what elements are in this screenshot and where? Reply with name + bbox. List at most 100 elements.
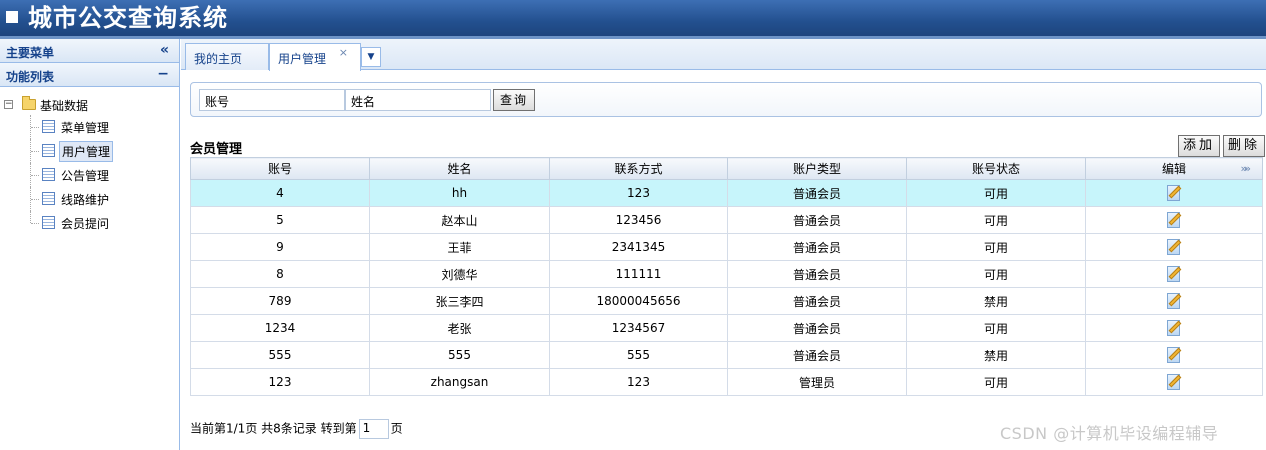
table-row[interactable]: 4 hh 123 普通会员 可用 (190, 179, 1263, 207)
cell-edit (1085, 368, 1263, 396)
cell-account-type: 普通会员 (727, 314, 907, 342)
member-table: 账号 姓名 联系方式 账户类型 账号状态 编辑 »» 4 hh 123 普通会员 可用 5… (190, 157, 1263, 396)
cell-contact: 111111 (549, 260, 728, 288)
pagination: 当前第1/1页 共8条记录 转到第 1 页 (190, 419, 403, 439)
cell-contact: 123 (549, 368, 728, 396)
tab-label: 用户管理 (278, 52, 327, 66)
sidebar-item-label: 菜单管理 (61, 121, 110, 135)
cell-account-status: 禁用 (906, 287, 1086, 315)
cell-edit (1085, 179, 1263, 207)
edit-icon[interactable] (1166, 238, 1182, 256)
grid-title: 会员管理 (190, 142, 243, 157)
column-header-edit-label: 编辑 (1161, 162, 1186, 176)
cell-account: 9 (190, 233, 370, 261)
cell-contact: 18000045656 (549, 287, 728, 315)
cell-account: 555 (190, 341, 370, 369)
cell-edit (1085, 260, 1263, 288)
collapse-sidebar-icon[interactable]: « (160, 42, 169, 58)
cell-name: 刘德华 (369, 260, 550, 288)
cell-account: 4 (190, 179, 370, 207)
cell-account-status: 可用 (906, 260, 1086, 288)
minimize-panel-icon[interactable]: − (157, 66, 169, 82)
table-row[interactable]: 789 张三李四 18000045656 普通会员 禁用 (190, 287, 1263, 315)
pagination-info: 当前第1/1页 共8条记录 转到第 (190, 421, 357, 436)
cell-contact: 2341345 (549, 233, 728, 261)
delete-button[interactable]: 删除 (1223, 135, 1265, 157)
close-icon[interactable]: × (339, 46, 348, 59)
cell-account-status: 可用 (906, 314, 1086, 342)
table-row[interactable]: 8 刘德华 111111 普通会员 可用 (190, 260, 1263, 288)
cell-edit (1085, 341, 1263, 369)
column-header-contact[interactable]: 联系方式 (549, 157, 728, 180)
cell-account-type: 管理员 (727, 368, 907, 396)
edit-icon[interactable] (1166, 373, 1182, 391)
tree-collapse-toggle-icon[interactable]: − (4, 100, 13, 109)
query-button[interactable]: 查询 (493, 89, 535, 111)
edit-icon[interactable] (1166, 211, 1182, 229)
app-header: 城市公交查询系统 (0, 0, 1266, 36)
cell-account-status: 禁用 (906, 341, 1086, 369)
sidebar-item-route-maintenance[interactable]: 线路维护 (0, 187, 179, 211)
sidebar-item-label: 线路维护 (61, 193, 110, 207)
name-search-input[interactable]: 姓名 (345, 89, 491, 111)
main-menu-label: 主要菜单 (6, 46, 55, 60)
cell-account: 8 (190, 260, 370, 288)
cell-contact: 555 (549, 341, 728, 369)
cell-account-type: 普通会员 (727, 260, 907, 288)
column-header-name[interactable]: 姓名 (369, 157, 550, 180)
edit-icon[interactable] (1166, 184, 1182, 202)
cell-account-type: 普通会员 (727, 341, 907, 369)
sidebar-item-menu-management[interactable]: 菜单管理 (0, 115, 179, 139)
column-header-account-type[interactable]: 账户类型 (727, 157, 907, 180)
cell-edit (1085, 287, 1263, 315)
column-header-account[interactable]: 账号 (190, 157, 370, 180)
column-header-account-status[interactable]: 账号状态 (906, 157, 1086, 180)
page-icon (42, 216, 55, 229)
account-search-input[interactable]: 账号 (199, 89, 345, 111)
sidebar-item-announcement-management[interactable]: 公告管理 (0, 163, 179, 187)
function-list-label: 功能列表 (6, 70, 55, 84)
page-icon (42, 144, 55, 157)
tab-menu-dropdown-icon[interactable]: ▼ (361, 47, 381, 67)
table-row[interactable]: 1234 老张 1234567 普通会员 可用 (190, 314, 1263, 342)
edit-icon[interactable] (1166, 265, 1182, 283)
sidebar-item-member-questions[interactable]: 会员提问 (0, 211, 179, 235)
sidebar-item-label: 公告管理 (61, 169, 110, 183)
expand-columns-icon[interactable]: »» (1241, 162, 1252, 175)
sidebar-item-label: 用户管理 (59, 141, 114, 162)
function-tree: − 基础数据 菜单管理 用户管理 公告管理 线路维护 会员提问 (0, 87, 179, 235)
tab-user-management[interactable]: 用户管理 × (269, 43, 361, 71)
table-row[interactable]: 555 555 555 普通会员 禁用 (190, 341, 1263, 369)
function-list-header[interactable]: 功能列表 − (0, 63, 179, 87)
cell-contact: 1234567 (549, 314, 728, 342)
cell-edit (1085, 233, 1263, 261)
goto-page-input[interactable]: 1 (358, 419, 389, 439)
tab-bar: 我的主页 用户管理 × ▼ (181, 39, 1266, 71)
edit-icon[interactable] (1166, 292, 1182, 310)
logo-square-icon (6, 11, 18, 23)
table-header-row: 账号 姓名 联系方式 账户类型 账号状态 编辑 »» (190, 157, 1263, 180)
table-row[interactable]: 123 zhangsan 123 管理员 可用 (190, 368, 1263, 396)
sidebar-item-label: 会员提问 (61, 217, 110, 231)
edit-icon[interactable] (1166, 346, 1182, 364)
cell-account-status: 可用 (906, 233, 1086, 261)
cell-account-type: 普通会员 (727, 179, 907, 207)
column-header-edit[interactable]: 编辑 »» (1085, 157, 1263, 180)
cell-account-status: 可用 (906, 368, 1086, 396)
cell-account: 5 (190, 206, 370, 234)
add-button[interactable]: 添加 (1178, 135, 1220, 157)
cell-account: 789 (190, 287, 370, 315)
tab-home[interactable]: 我的主页 (185, 43, 269, 70)
tree-node-basic-data[interactable]: − 基础数据 (0, 95, 179, 115)
main-menu-header: 主要菜单 « (0, 39, 179, 63)
table-row[interactable]: 5 赵本山 123456 普通会员 可用 (190, 206, 1263, 234)
edit-icon[interactable] (1166, 319, 1182, 337)
cell-name: zhangsan (369, 368, 550, 396)
cell-name: 555 (369, 341, 550, 369)
cell-name: 老张 (369, 314, 550, 342)
cell-edit (1085, 314, 1263, 342)
sidebar-item-user-management[interactable]: 用户管理 (0, 139, 179, 163)
cell-account-status: 可用 (906, 179, 1086, 207)
table-row[interactable]: 9 王菲 2341345 普通会员 可用 (190, 233, 1263, 261)
app-title: 城市公交查询系统 (28, 4, 228, 32)
